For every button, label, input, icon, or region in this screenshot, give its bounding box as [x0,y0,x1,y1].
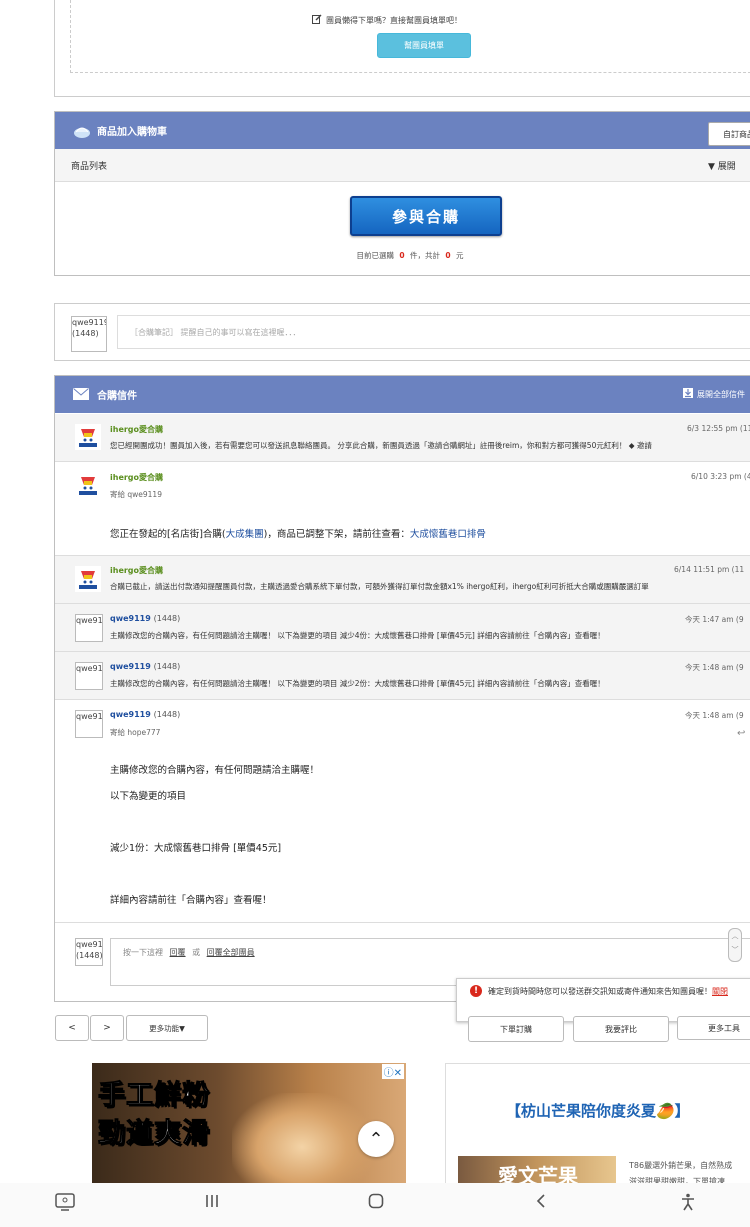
selection-summary: 目前已選購 0 件，共計 0 元 [356,251,464,260]
expand-toggle[interactable]: ▼ 展開 [708,159,736,172]
ad-title: 【枋山芒果陪你度炎夏🥭】 [506,1102,690,1120]
mail-time: 6/14 11:51 pm (11 [674,565,745,574]
cart-icon [73,124,91,138]
helper-hint: 團員懶得下單嗎？直接幫團員填單吧！ [312,14,462,26]
brand-link[interactable]: 大成集團 [226,529,264,540]
product-link[interactable]: 大成懷舊巷口排骨 [410,529,486,540]
sender-name[interactable]: ihergo愛合購 [110,565,163,576]
mail-time: 6/3 12:55 pm (11 [687,424,750,433]
avatar: qwe9119 (1448) [75,938,103,966]
mail-time: 今天 1:47 am (9 [685,615,744,624]
mail-item[interactable]: ihergo愛合購 6/14 11:51 pm (11 合購已截止，請送出付款通… [55,556,750,604]
helper-hint-text: 團員懶得下單嗎？直接幫團員填單吧！ [326,15,462,25]
ihergo-logo-icon [75,424,101,450]
download-icon [683,388,693,400]
ihergo-logo-icon [75,472,101,498]
selected-count: 0 [399,251,405,260]
system-nav-bar [0,1183,750,1227]
cart-panel-header: 商品加入購物車 自訂商品 [55,112,750,149]
alert-close-link[interactable]: 關閉 [712,987,728,996]
cart-panel: 商品加入購物車 自訂商品 商品列表 ▼ 展開 參與合購 目前已選購 0 件，共計… [54,111,750,276]
product-list-row[interactable]: 商品列表 ▼ 展開 [55,149,750,182]
mail-preview: 合購已截止，請送出付款通知提醒團員付款，主購透過愛合購系統下單付款，可額外獲得訂… [110,582,649,591]
mail-time: 今天 1:48 am (9 [685,663,744,672]
recent-apps-icon[interactable] [204,1193,220,1214]
alert-icon: ! [470,985,482,997]
more-tools-button[interactable]: 更多工具 [677,1016,750,1040]
sender-name[interactable]: qwe9119 (1448) [110,614,180,623]
ihergo-logo-icon [75,566,101,592]
mail-panel-title: 合購信件 [97,391,137,402]
avatar: qwe9119 (1448) [71,316,107,352]
home-icon[interactable] [368,1193,384,1214]
mail-panel-header: 合購信件 展開全部信件 [55,376,750,413]
reply-link[interactable]: 回覆 [170,948,186,957]
sender-name[interactable]: qwe9119 (1448) [110,662,180,671]
edit-icon [312,14,322,26]
ad-close-icon[interactable]: ⓘ✕ [381,1064,404,1079]
fill-for-member-button[interactable]: 幫團員填單 [377,33,471,58]
noodle-image [232,1093,372,1183]
ad-banner-right[interactable]: 【枋山芒果陪你度炎夏🥭】 愛文芒果 T86嚴選外銷芒果，自然熟成 滋滋甜果甜嫩甜… [445,1063,750,1185]
mango-thumbnail: 愛文芒果 [458,1156,616,1184]
next-button[interactable]: > [90,1015,124,1041]
review-button[interactable]: 我要評比 [573,1016,669,1042]
mail-preview: 主購修改您的合購內容，有任何問題請洽主購喔！ 以下為變更的項目 減少4份：大成懷… [110,631,605,640]
recipient-line: 寄給 qwe9119 [110,490,162,499]
mail-panel: 合購信件 展開全部信件 ihergo愛合購 6/3 12:55 pm (11 您… [54,375,750,1002]
reply-all-link[interactable]: 回覆全部團員 [207,948,255,957]
expand-all-mail-button[interactable]: 展開全部信件 [683,388,745,400]
avatar: qwe9119 [75,614,103,642]
ad-banner-left[interactable]: 手工鮮粉 勁道爽滑 ⓘ✕ [92,1063,406,1183]
accessibility-icon[interactable] [680,1193,696,1216]
mail-body-line: 以下為變更的項目 [110,791,187,802]
group-note-panel: qwe9119 (1448) ［合購筆記］ 提醒自己的事可以寫在這裡喔．．． [54,303,750,361]
ad-headline: 手工鮮粉 [98,1080,210,1112]
sender-name[interactable]: ihergo愛合購 [110,424,163,435]
mail-item[interactable]: qwe9119 qwe9119 (1448) 今天 1:48 am (9 主購修… [55,652,750,700]
order-button[interactable]: 下單訂購 [468,1016,564,1042]
sender-name[interactable]: qwe9119 (1448) [110,710,180,719]
back-icon[interactable] [535,1193,547,1214]
mail-time: 6/10 3:23 pm (4 [691,472,750,481]
mail-body-line: 主購修改您的合購內容，有任何問題請洽主購喔！ [110,765,320,776]
mail-item-expanded[interactable]: qwe9119 qwe9119 (1448) 今天 1:48 am (9 ↩ 寄… [55,700,750,923]
alert-text: 確定到貨時間時您可以發送群交訊知或寄件通知來告知團員喔！ [488,987,712,996]
group-note-input[interactable]: ［合購筆記］ 提醒自己的事可以寫在這裡喔．．． [117,315,750,349]
recipient-line: 寄給 hope777 [110,728,161,737]
more-functions-button[interactable]: 更多功能▼ [126,1015,208,1041]
mail-body-line: 詳細內容請前往「合購內容」查看喔！ [110,895,272,906]
avatar: qwe9119 [75,710,103,738]
reply-arrow-icon[interactable]: ↩ [737,728,745,739]
screenshot-icon[interactable] [55,1193,75,1216]
scroll-to-top-button[interactable]: ⌃ [358,1121,394,1157]
avatar: qwe9119 [75,662,103,690]
custom-product-button[interactable]: 自訂商品 [708,122,750,146]
cart-panel-title: 商品加入購物車 [97,127,167,138]
prev-button[interactable]: < [55,1015,89,1041]
sender-name[interactable]: ihergo愛合購 [110,472,163,483]
mail-item[interactable]: ihergo愛合購 6/10 3:23 pm (4 寄給 qwe9119 您正在… [55,462,750,556]
selected-total: 0 [445,251,451,260]
mail-body-line: 減少1份：大成懷舊巷口排骨 [單價45元] [110,843,282,854]
scroll-stepper[interactable]: ︿ ﹀ [728,928,742,962]
product-list-label: 商品列表 [71,161,108,172]
mail-body: 您正在發起的[名店街]合購(大成集團)，商品已調整下架，請前往查看：大成懷舊巷口… [110,529,486,540]
join-group-buy-button[interactable]: 參與合購 [350,196,502,236]
ad-headline: 勁道爽滑 [98,1118,210,1150]
mail-icon [73,387,91,402]
mail-preview: 您已經開團成功！團員加入後，若有需要您可以發送訊息聯絡團員。 分享此合購，新團員… [110,441,652,450]
mail-preview: 主購修改您的合購內容，有任何問題請洽主購喔！ 以下為變更的項目 減少2份：大成懷… [110,679,605,688]
ad-description: T86嚴選外銷芒果，自然熟成 滋滋甜果甜嫩甜，下單搶凍 [629,1161,733,1185]
mail-item[interactable]: ihergo愛合購 6/3 12:55 pm (11 您已經開團成功！團員加入後… [55,414,750,462]
mail-time: 今天 1:48 am (9 [685,711,744,720]
mail-item[interactable]: qwe9119 qwe9119 (1448) 今天 1:47 am (9 主購修… [55,604,750,652]
